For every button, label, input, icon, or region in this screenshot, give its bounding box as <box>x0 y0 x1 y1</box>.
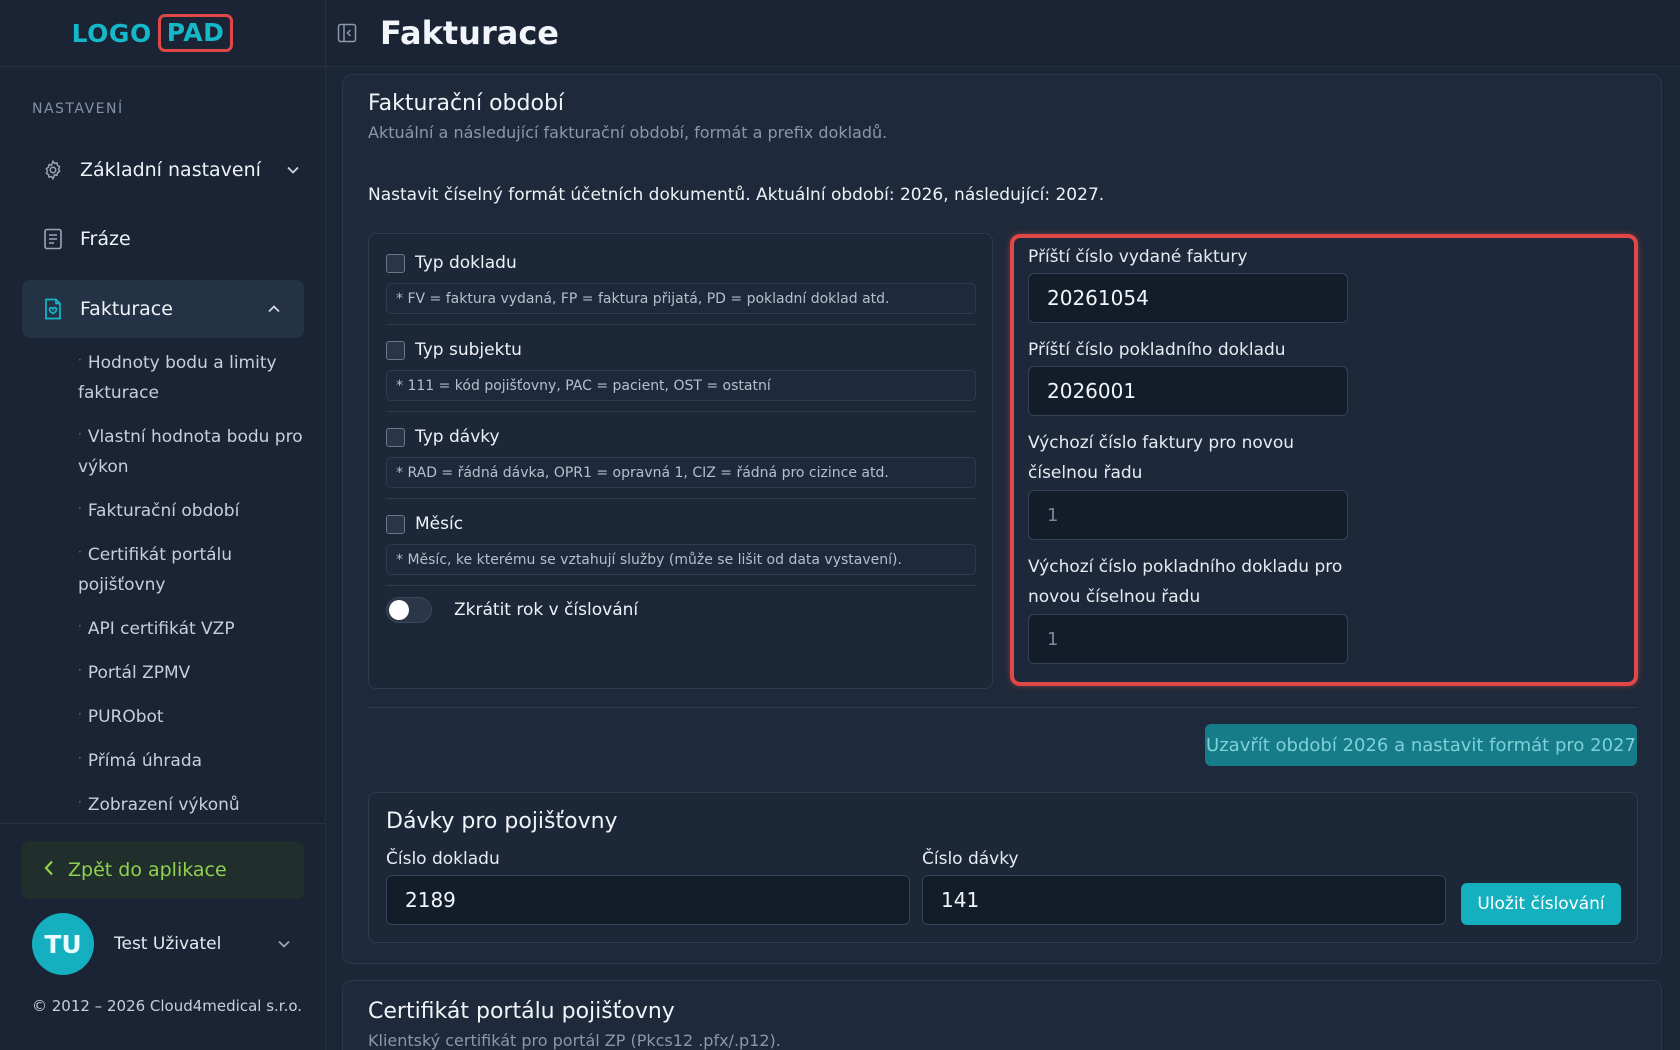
sidebar-section-label: NASTAVENÍ <box>32 101 124 117</box>
batch-type-checkbox[interactable] <box>386 427 405 447</box>
shorten-year-row: Zkrátit rok v číslování <box>386 597 638 623</box>
option-hint: * Měsíc, ke kterému se vztahují služby (… <box>386 544 976 575</box>
gear-icon <box>42 159 64 181</box>
sidebar-divider <box>0 823 326 824</box>
sidebar-item-label: Fakturace <box>80 298 173 320</box>
option-month: Měsíc * Měsíc, ke kterému se vztahují sl… <box>386 512 976 575</box>
default-invoice-label: Výchozí číslo faktury pro novou číselnou… <box>1028 433 1295 483</box>
logo[interactable]: LOGO PAD <box>72 14 234 52</box>
bullet-icon: · <box>78 751 82 765</box>
chevron-down-icon <box>287 163 301 177</box>
toggle-knob <box>389 600 409 620</box>
document-icon <box>42 228 64 250</box>
shorten-year-toggle[interactable] <box>386 597 432 623</box>
sidebar-item-invoicing[interactable]: Fakturace <box>22 280 304 338</box>
page-title: Fakturace <box>380 14 559 52</box>
batch-number-input[interactable]: 141 <box>922 875 1446 925</box>
certificate-title: Certifikát portálu pojišťovny <box>368 999 675 1024</box>
next-receipt-input[interactable]: 2026001 <box>1028 366 1348 416</box>
default-receipt-input[interactable]: 1 <box>1028 614 1348 664</box>
certificate-card: Certifikát portálu pojišťovny Klientský … <box>342 980 1662 1050</box>
bullet-icon: · <box>78 501 82 515</box>
option-hint: * RAD = řádná dávka, OPR1 = opravná 1, C… <box>386 457 976 488</box>
format-options-box: Typ dokladu * FV = faktura vydaná, FP = … <box>368 233 993 689</box>
sidebar-subitem-procedures-display[interactable]: · Zobrazení výkonů <box>78 787 308 820</box>
batches-box: Dávky pro pojišťovny Číslo dokladu 2189 … <box>368 792 1638 943</box>
sidebar-subitem-zpmv[interactable]: · Portál ZPMV <box>78 655 308 688</box>
certificate-subtitle: Klientský certifikát pro portál ZP (Pkcs… <box>368 1031 781 1050</box>
next-invoice-input[interactable]: 20261054 <box>1028 273 1348 323</box>
option-hint: * 111 = kód pojišťovny, PAC = pacient, O… <box>386 370 976 401</box>
sidebar-item-label: Základní nastavení <box>80 159 261 181</box>
document-number-input[interactable]: 2189 <box>386 875 910 925</box>
bullet-icon: · <box>78 707 82 721</box>
sidebar-subitem-direct-payment[interactable]: · Přímá úhrada <box>78 743 308 776</box>
logo-pad: PAD <box>157 14 234 52</box>
document-type-checkbox[interactable] <box>386 253 405 273</box>
option-label: Typ subjektu <box>415 340 522 360</box>
option-divider <box>386 498 976 499</box>
batch-number-label: Číslo dávky <box>922 849 1019 869</box>
subject-type-checkbox[interactable] <box>386 340 405 360</box>
batches-title: Dávky pro pojišťovny <box>386 809 618 834</box>
user-name: Test Uživatel <box>114 934 222 954</box>
default-invoice-input[interactable]: 1 <box>1028 490 1348 540</box>
document-number-label: Číslo dokladu <box>386 849 500 869</box>
back-to-app-label: Zpět do aplikace <box>68 859 227 881</box>
copyright: © 2012 – 2026 Cloud4medical s.r.o. <box>32 997 303 1015</box>
bullet-icon: · <box>78 353 82 367</box>
sidebar-subnav: · Hodnoty bodu a limity fakturace · Vlastn… <box>78 345 308 831</box>
main-content: Fakturace Fakturační období Aktuální a n… <box>326 0 1680 1050</box>
sidebar-toggle-icon[interactable] <box>336 22 358 44</box>
option-hint: * FV = faktura vydaná, FP = faktura přij… <box>386 283 976 314</box>
default-receipt-label: Výchozí číslo pokladního dokladu pro nov… <box>1028 557 1343 607</box>
shorten-year-label: Zkrátit rok v číslování <box>454 600 639 620</box>
bullet-icon: · <box>78 795 82 809</box>
option-divider <box>386 411 976 412</box>
billing-period-card: Fakturační období Aktuální a následující… <box>342 74 1662 964</box>
bullet-icon: · <box>78 663 82 677</box>
bullet-icon: · <box>78 427 82 441</box>
option-divider <box>386 585 976 586</box>
billing-period-subtitle: Aktuální a následující fakturační období… <box>368 123 888 142</box>
option-batch-type: Typ dávky * RAD = řádná dávka, OPR1 = op… <box>386 425 976 488</box>
option-label: Typ dokladu <box>415 253 517 273</box>
close-period-button[interactable]: Uzavřít období 2026 a nastavit formát pr… <box>1205 724 1637 766</box>
topbar: Fakturace <box>326 0 1680 67</box>
option-divider <box>386 324 976 325</box>
option-label: Typ dávky <box>415 427 500 447</box>
chevron-left-icon <box>44 859 54 881</box>
format-note: Nastavit číselný formát účetních dokumen… <box>368 185 1105 205</box>
sidebar-item-basic-settings[interactable]: Základní nastavení <box>22 141 304 199</box>
sidebar: LOGO PAD NASTAVENÍ Základní nastavení Fr… <box>0 0 326 1050</box>
sidebar-subitem-insurer-certificate[interactable]: · Certifikát portálu pojišťovny <box>78 537 308 600</box>
option-subject-type: Typ subjektu * 111 = kód pojišťovny, PAC… <box>386 338 976 401</box>
sidebar-item-phrases[interactable]: Fráze <box>22 210 304 268</box>
numbering-fields-box: Příští číslo vydané faktury 20261054 Pří… <box>1010 234 1638 686</box>
sidebar-subitem-point-values[interactable]: · Hodnoty bodu a limity fakturace <box>78 345 308 408</box>
sidebar-subitem-purobot[interactable]: · PURObot <box>78 699 308 732</box>
sidebar-subitem-billing-period[interactable]: · Fakturační období <box>78 493 308 526</box>
next-receipt-label: Příští číslo pokladního dokladu <box>1028 340 1286 360</box>
bullet-icon: · <box>78 619 82 633</box>
save-numbering-button[interactable]: Uložit číslování <box>1461 883 1621 925</box>
back-to-app-button[interactable]: Zpět do aplikace <box>22 841 304 899</box>
logo-area: LOGO PAD <box>0 0 325 67</box>
section-divider <box>368 707 1638 708</box>
avatar: TU <box>32 913 94 975</box>
option-document-type: Typ dokladu * FV = faktura vydaná, FP = … <box>386 251 976 314</box>
bullet-icon: · <box>78 545 82 559</box>
user-menu[interactable]: TU Test Uživatel <box>32 912 292 976</box>
chevron-down-icon <box>278 940 292 948</box>
invoice-icon <box>42 298 64 320</box>
chevron-up-icon <box>268 302 282 316</box>
month-checkbox[interactable] <box>386 514 405 534</box>
next-invoice-label: Příští číslo vydané faktury <box>1028 247 1248 267</box>
billing-period-title: Fakturační období <box>368 91 565 116</box>
sidebar-subitem-vzp-api[interactable]: · API certifikát VZP <box>78 611 308 644</box>
sidebar-subitem-custom-point-value[interactable]: · Vlastní hodnota bodu pro výkon <box>78 419 308 482</box>
logo-word: LOGO <box>71 18 152 48</box>
sidebar-item-label: Fráze <box>80 228 131 250</box>
option-label: Měsíc <box>415 514 464 534</box>
